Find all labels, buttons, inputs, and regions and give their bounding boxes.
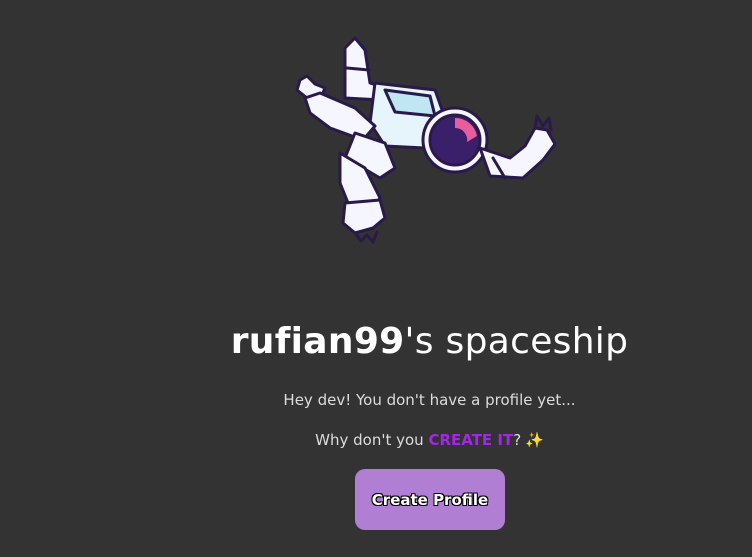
sparkle-icon: ✨: [525, 431, 544, 449]
astronaut-illustration: [295, 36, 557, 244]
create-it-link[interactable]: CREATE IT: [428, 431, 513, 449]
page-title: rufian99's spaceship: [0, 318, 752, 366]
username: rufian99: [230, 321, 405, 362]
prompt-suffix: ?: [513, 431, 522, 449]
profile-page: rufian99's spaceship Hey dev! You don't …: [0, 0, 752, 557]
prompt-prefix: Why don't you: [315, 431, 429, 449]
title-suffix: 's spaceship: [404, 321, 629, 362]
create-prompt: Why don't you CREATE IT? ✨: [0, 429, 752, 451]
create-profile-button[interactable]: Create Profile: [355, 469, 505, 530]
no-profile-message: Hey dev! You don't have a profile yet...: [283, 391, 576, 409]
